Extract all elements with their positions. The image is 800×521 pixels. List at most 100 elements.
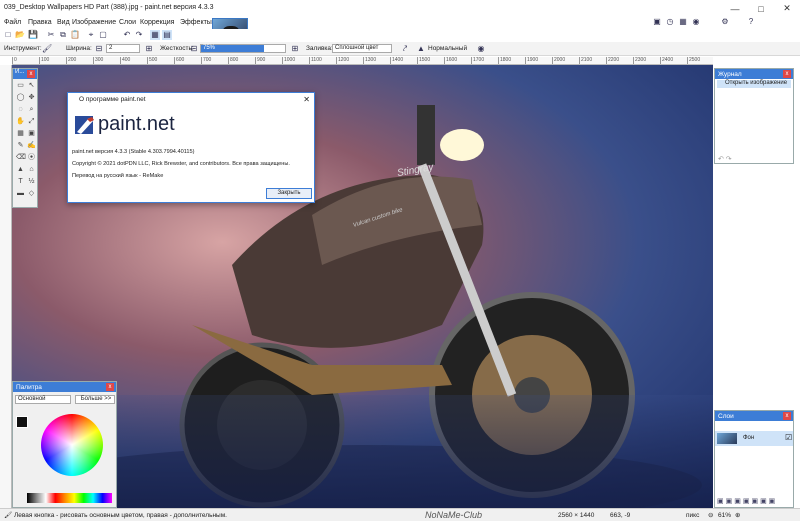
menu-edit[interactable]: Правка [28, 19, 52, 26]
copy-icon[interactable]: ⧉ [58, 30, 68, 40]
zoom-in-icon[interactable]: ⊕ [735, 511, 740, 519]
open-file-icon[interactable]: 📂 [15, 30, 25, 40]
primary-color-swatch[interactable] [16, 416, 28, 428]
history-undo-redo-icons[interactable]: ↶ ↷ [718, 155, 732, 163]
blend-mode-icon[interactable]: ▲ [416, 44, 426, 54]
history-panel-header[interactable]: Журнал x [715, 69, 793, 79]
tool-button-icon[interactable]: ✎ [16, 141, 25, 150]
close-window-button[interactable]: ✕ [774, 0, 800, 17]
ruler-tick: 0 [12, 57, 17, 64]
cut-icon[interactable]: ✂ [46, 30, 56, 40]
tools-toggle-icon[interactable]: ▣ [652, 17, 662, 27]
layer-actions-icons[interactable]: ▣▣▣▣▣▣▣ [717, 497, 777, 505]
fill-label: Заливка: [306, 45, 333, 52]
color-wheel[interactable] [41, 414, 103, 476]
tools-close-icon[interactable]: x [27, 70, 35, 78]
layers-panel-header[interactable]: Слои x [715, 411, 793, 421]
history-toggle-icon[interactable]: ◷ [665, 17, 675, 27]
tool-button-icon[interactable]: ▦ [16, 129, 25, 138]
about-close-icon[interactable]: ✕ [303, 95, 310, 104]
tool-button-icon[interactable]: ⤢ [27, 117, 36, 126]
grid-icon[interactable]: ▦ [150, 30, 160, 40]
about-copyright: Copyright © 2021 dotPDN LLC, Rick Brewst… [72, 161, 290, 167]
sampling-icon[interactable]: ◉ [476, 44, 486, 54]
antialias-icon[interactable]: ⤤ [400, 44, 410, 54]
new-file-icon[interactable]: □ [3, 30, 13, 40]
menu-view[interactable]: Вид [57, 19, 70, 26]
hardness-slider[interactable]: 75% [200, 44, 286, 53]
ruler-tick: 2400 [660, 57, 674, 64]
about-brand: paint.net [98, 113, 175, 135]
ruler-tick: 600 [174, 57, 185, 64]
ruler-tick: 200 [66, 57, 77, 64]
menu-effects[interactable]: Эффекты [180, 19, 212, 26]
palette-swatches[interactable] [27, 493, 112, 503]
undo-icon[interactable]: ↶ [122, 30, 132, 40]
tool-button-icon[interactable]: ◯ [16, 93, 25, 102]
tool-button-icon[interactable]: ▭ [16, 81, 25, 90]
fill-dropdown[interactable]: Сплошной цвет [332, 44, 392, 53]
deselect-icon[interactable]: ▢ [98, 30, 108, 40]
menu-image[interactable]: Изображение [72, 19, 116, 26]
ruler-tick: 1900 [525, 57, 539, 64]
tool-button-icon[interactable]: ▲ [16, 165, 25, 174]
ruler-tick: 800 [228, 57, 239, 64]
crop-icon[interactable]: ⌖ [86, 30, 96, 40]
layer-name: Фон [743, 435, 755, 441]
menu-layers[interactable]: Слои [119, 19, 136, 26]
tool-button-icon[interactable]: ⌫ [16, 153, 26, 162]
minimize-button[interactable]: — [722, 0, 748, 17]
maximize-button[interactable]: □ [748, 0, 774, 17]
about-translation: Перевод на русский язык - ReMake [72, 173, 164, 179]
help-icon[interactable]: ? [746, 17, 756, 27]
tool-button-icon[interactable]: ✥ [27, 93, 36, 102]
tool-button-icon[interactable]: ▣ [27, 129, 36, 138]
palette-close-icon[interactable]: x [106, 383, 114, 391]
hardness-decrease-icon[interactable]: ⊟ [189, 44, 199, 54]
width-increase-icon[interactable]: ⊞ [144, 44, 154, 54]
tool-button-icon[interactable]: ⌕ [27, 105, 36, 114]
menu-adjustments[interactable]: Коррекция [140, 19, 174, 26]
tool-button-icon[interactable]: ▬ [16, 189, 25, 198]
tool-button-icon[interactable]: ↖ [27, 81, 36, 90]
menu-file[interactable]: Файл [4, 19, 21, 26]
tool-button-icon[interactable]: T [16, 177, 25, 186]
width-input[interactable]: 2 [106, 44, 140, 53]
brush-tool-icon[interactable]: 🖌 [42, 44, 52, 54]
tool-button-icon[interactable]: ◌ [16, 105, 25, 114]
width-decrease-icon[interactable]: ⊟ [94, 44, 104, 54]
palette-panel-header[interactable]: Палитра x [13, 382, 116, 392]
blend-mode-dropdown[interactable]: Нормальный [428, 45, 467, 52]
colors-toggle-icon[interactable]: ◉ [691, 17, 701, 27]
history-item[interactable]: Открыть изображение [717, 80, 791, 88]
tool-button-icon[interactable]: ✍ [27, 141, 36, 150]
zoom-level[interactable]: 61% [718, 512, 731, 519]
tool-button-icon[interactable]: ◇ [27, 189, 36, 198]
about-close-button[interactable]: Закрыть [266, 188, 312, 199]
ruler-tick: 300 [93, 57, 104, 64]
layer-visibility-checkbox[interactable]: ☑ [785, 433, 792, 442]
save-icon[interactable]: 💾 [28, 30, 38, 40]
redo-icon[interactable]: ↷ [134, 30, 144, 40]
ruler-tick: 1700 [471, 57, 485, 64]
layers-toggle-icon[interactable]: ▦ [678, 17, 688, 27]
menu-bar: Файл Правка Вид Изображение Слои Коррекц… [0, 17, 800, 29]
palette-mode-dropdown[interactable]: Основной [15, 395, 71, 404]
hardness-increase-icon[interactable]: ⊞ [290, 44, 300, 54]
units-dropdown[interactable]: пикс [686, 512, 699, 519]
tool-options-bar: Инструмент: 🖌 Ширина: ⊟ 2 ⊞ Жесткость: ⊟… [0, 42, 800, 56]
history-close-icon[interactable]: x [783, 70, 791, 78]
layer-row[interactable]: Фон ☑ [715, 431, 793, 446]
zoom-out-icon[interactable]: ⊖ [708, 511, 713, 519]
layers-close-icon[interactable]: x [783, 412, 791, 420]
rulers-icon[interactable]: ▤ [162, 30, 172, 40]
tool-button-icon[interactable]: ⌂ [27, 165, 36, 174]
tool-button-icon[interactable]: ✋ [16, 117, 25, 126]
paste-icon[interactable]: 📋 [70, 30, 80, 40]
settings-icon[interactable]: ⚙ [720, 17, 730, 27]
palette-more-button[interactable]: Больше >> [75, 395, 115, 404]
tool-button-icon[interactable]: ½ [27, 177, 36, 186]
tools-window-header[interactable]: И... x [13, 69, 37, 79]
tool-button-icon[interactable]: ⦿ [27, 153, 36, 162]
status-bar: 🖌 Левая кнопка - рисовать основным цвето… [0, 508, 800, 521]
